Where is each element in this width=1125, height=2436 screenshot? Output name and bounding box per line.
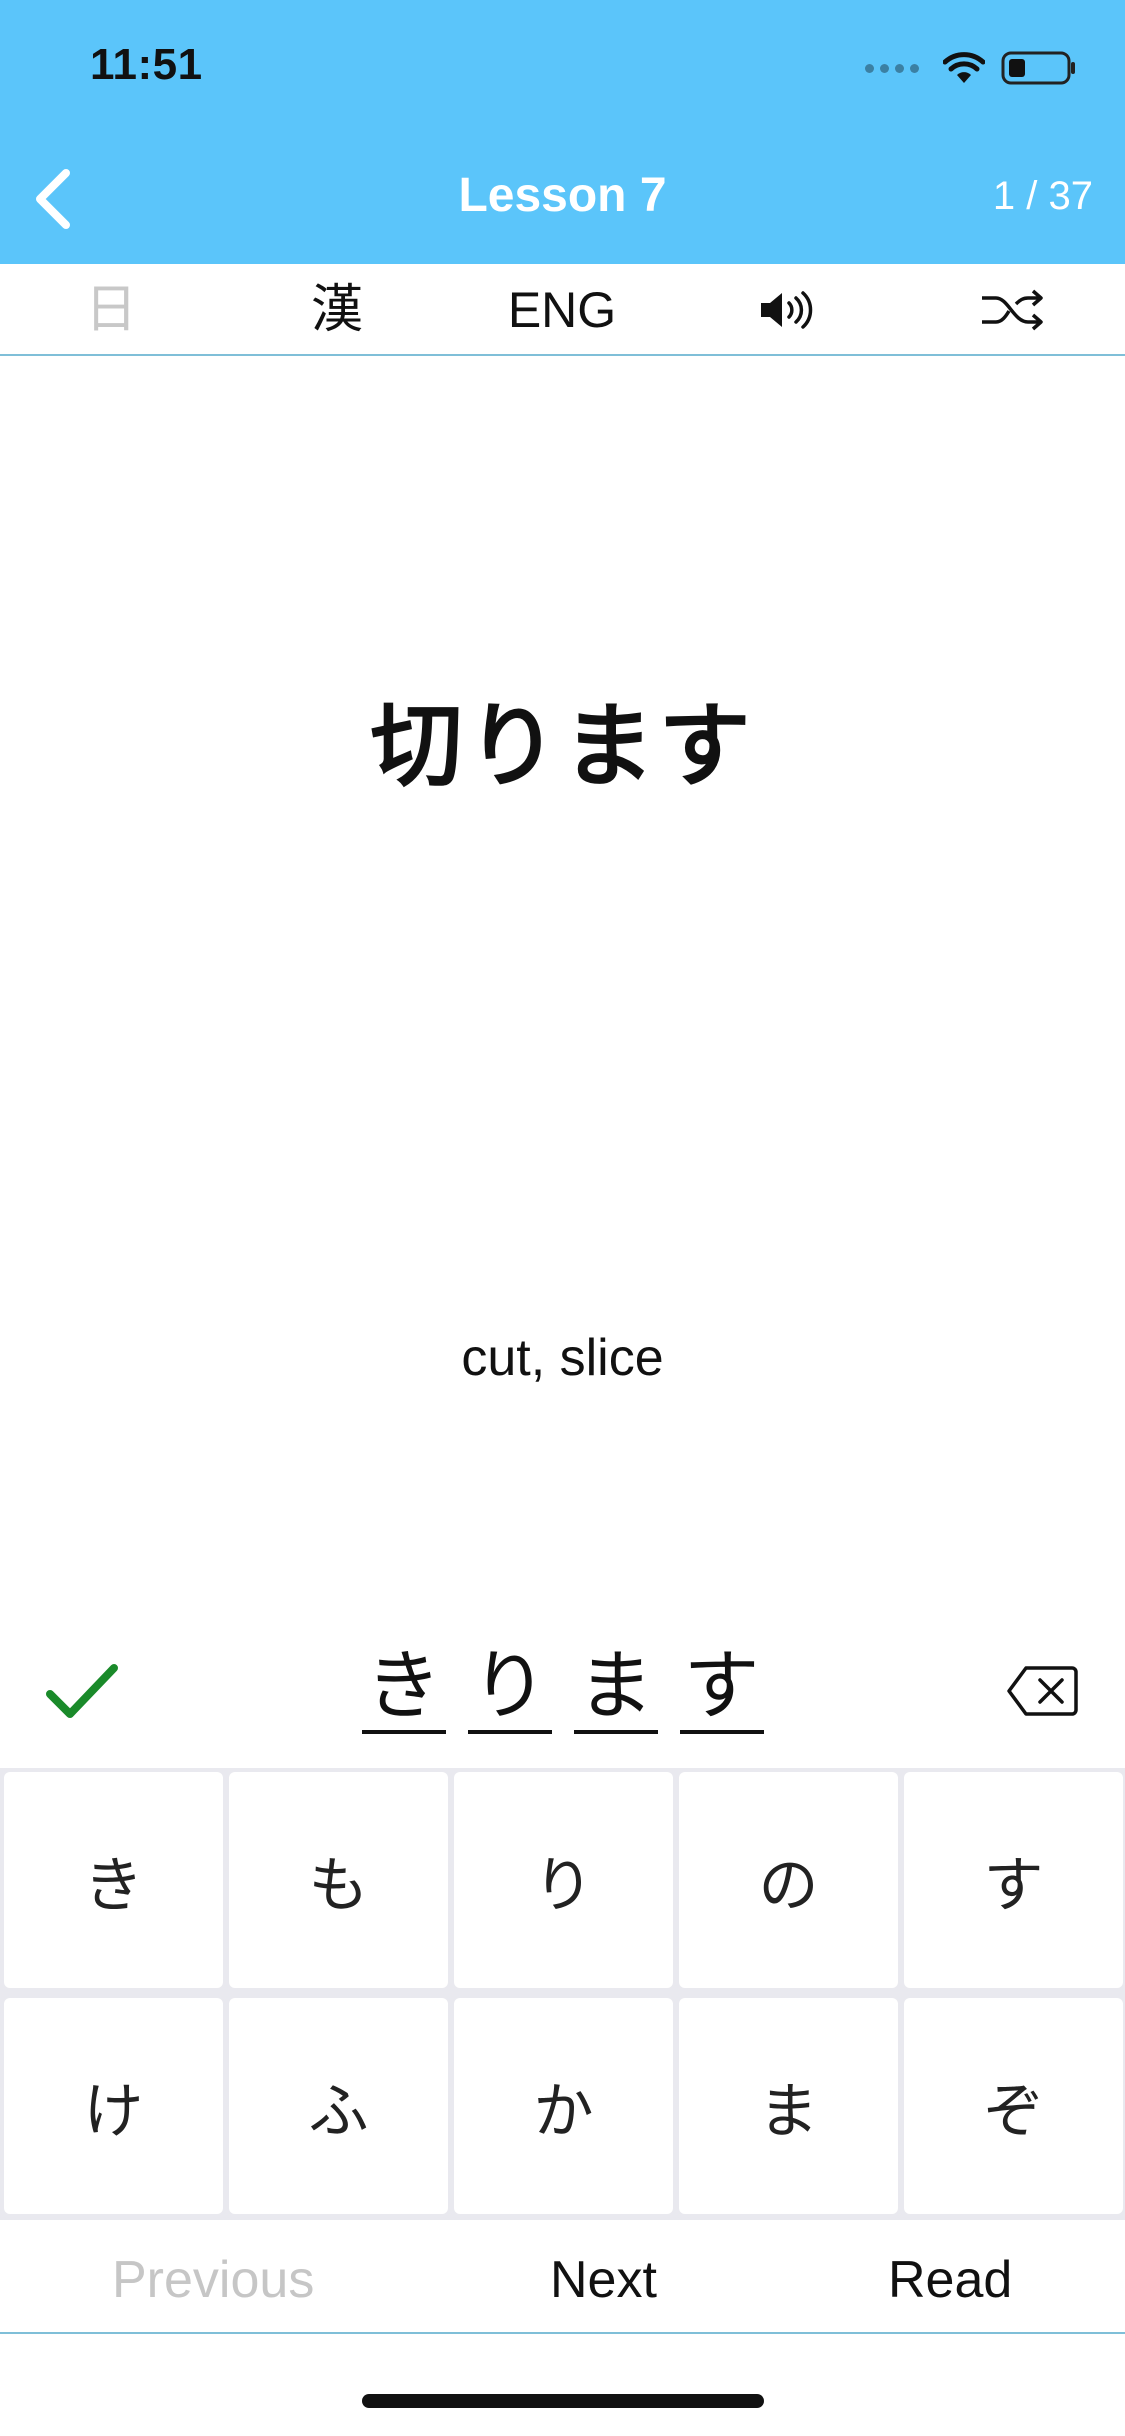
kana-keyboard: き も り の す け ふ か ま ぞ (0, 1768, 1125, 2220)
kana-key[interactable]: か (454, 1998, 673, 2214)
answer-char: き (361, 1644, 446, 1734)
flashcard-meaning: cut, slice (461, 1329, 664, 1387)
english-mode-button[interactable]: ENG (487, 264, 637, 356)
shuffle-icon (982, 289, 1043, 331)
answer-char: り (467, 1644, 552, 1734)
header-bar: 11:51 Lesson 7 1 / 37 (0, 0, 1125, 264)
answer-field: き り ま す (0, 1644, 1125, 1734)
english-mode-label: ENG (507, 282, 617, 338)
signal-dots-icon (865, 63, 919, 73)
hiragana-mode-button[interactable]: 日 (36, 264, 186, 356)
status-time: 11:51 (90, 40, 203, 89)
next-button[interactable]: Next (550, 2250, 657, 2310)
kana-key[interactable]: り (454, 1772, 673, 1988)
kana-key[interactable]: け (4, 1998, 223, 2214)
kana-key[interactable]: す (904, 1772, 1123, 1988)
speaker-icon (761, 291, 813, 329)
read-button[interactable]: Read (888, 2250, 1012, 2310)
kanji-mode-button[interactable]: 漢 (262, 264, 412, 356)
kana-key[interactable]: の (679, 1772, 898, 1988)
answer-char: ま (573, 1644, 658, 1734)
kana-key[interactable]: も (229, 1772, 448, 1988)
home-indicator[interactable] (362, 2394, 764, 2408)
backspace-icon[interactable] (1006, 1664, 1078, 1718)
flashcard-word: 切ります (370, 693, 755, 800)
wifi-icon (943, 52, 985, 83)
mode-toolbar: 日 漢 ENG (0, 264, 1125, 356)
shuffle-button[interactable] (938, 264, 1088, 356)
kanji-mode-label: 漢 (310, 280, 363, 340)
kana-key[interactable]: ふ (229, 1998, 448, 2214)
status-icons (865, 48, 1077, 88)
kana-key[interactable]: き (4, 1772, 223, 1988)
page-title: Lesson 7 (458, 169, 667, 222)
progress-counter: 1 / 37 (992, 174, 1093, 218)
kana-key[interactable]: ま (679, 1998, 898, 2214)
sound-button[interactable] (712, 264, 862, 356)
bottom-navigation: Previous Next Read (0, 2222, 1125, 2334)
battery-icon (1001, 51, 1075, 85)
kana-key[interactable]: ぞ (904, 1998, 1123, 2214)
previous-button[interactable]: Previous (112, 2250, 314, 2310)
hiragana-mode-label: 日 (84, 280, 137, 340)
answer-char: す (679, 1644, 764, 1734)
